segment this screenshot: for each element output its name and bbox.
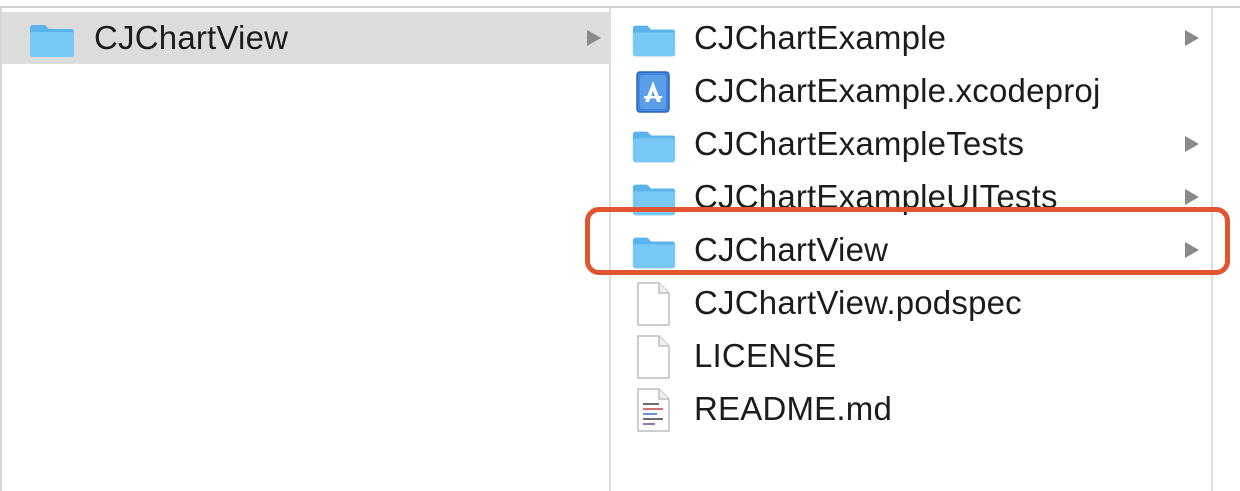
document-icon [637, 282, 670, 326]
folder-icon [632, 25, 676, 57]
column1-item-label: CJChartView [94, 19, 289, 56]
disclosure-arrow-icon [1185, 189, 1199, 205]
disclosure-arrow-icon [587, 30, 601, 46]
disclosure-arrow-icon [1185, 136, 1199, 152]
text-document-icon [637, 388, 670, 432]
document-icon [637, 335, 670, 379]
column2-item-cjchartexampletests[interactable]: CJChartExampleTests [611, 118, 1211, 170]
finder-column-1[interactable]: CJChartView [0, 8, 610, 491]
folder-icon [30, 25, 74, 57]
column2-item-label: CJChartExampleTests [694, 125, 1025, 162]
column2-item-label: CJChartExample.xcodeproj [694, 72, 1101, 109]
column2-item-podspec[interactable]: CJChartView.podspec [611, 277, 1211, 329]
folder-icon [632, 131, 676, 163]
column2-item-label: README.md [694, 390, 892, 427]
column2-item-label: CJChartExample [694, 19, 947, 56]
disclosure-arrow-icon [1185, 30, 1199, 46]
column2-item-cjchartexample[interactable]: CJChartExample [611, 12, 1211, 64]
column1-item-cjchartview[interactable]: CJChartView [2, 12, 610, 64]
column2-item-xcodeproj[interactable]: CJChartExample.xcodeproj [611, 65, 1211, 117]
xcode-project-icon [636, 71, 670, 113]
column2-item-label: LICENSE [694, 337, 837, 374]
highlight-annotation [585, 207, 1230, 275]
window-top-edge [0, 0, 1240, 8]
column2-item-label: CJChartView.podspec [694, 284, 1022, 321]
column2-item-readme[interactable]: README.md [611, 383, 1211, 435]
column2-item-license[interactable]: LICENSE [611, 330, 1211, 382]
